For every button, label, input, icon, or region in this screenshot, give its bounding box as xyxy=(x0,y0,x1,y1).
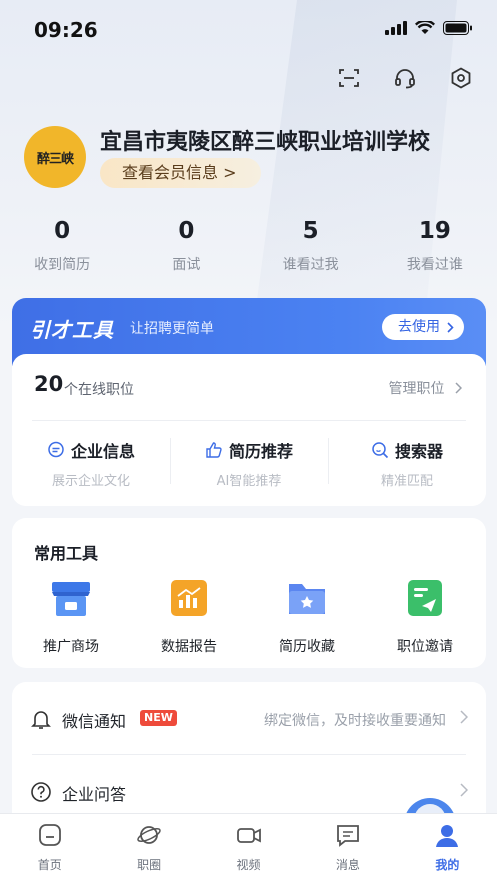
message-icon xyxy=(337,825,359,847)
tool-label: 简历收藏 xyxy=(279,639,335,655)
stats-row: 0 收到简历 0 面试 5 谁看过我 19 我看过谁 xyxy=(0,218,497,274)
chevron-right-icon xyxy=(460,783,468,797)
tab-label: 视频 xyxy=(236,858,261,872)
tab-home[interactable]: 首页 xyxy=(0,814,99,883)
online-job-count-label: 个在线职位 xyxy=(64,382,134,398)
tool-job-invite[interactable]: 职位邀请 xyxy=(366,578,484,656)
send-invite-icon xyxy=(408,580,442,616)
header-actions xyxy=(335,64,475,92)
video-icon xyxy=(236,828,261,843)
stat-value: 0 xyxy=(178,218,195,244)
tab-circle[interactable]: 职圈 xyxy=(99,814,198,883)
tab-label: 职圈 xyxy=(137,858,162,872)
member-info-button[interactable]: 查看会员信息 > xyxy=(100,158,261,188)
tool-data-report[interactable]: 数据报告 xyxy=(130,578,248,656)
scan-icon[interactable] xyxy=(335,64,363,92)
common-tools-title: 常用工具 xyxy=(34,544,99,563)
stat-label: 谁看过我 xyxy=(282,257,339,273)
status-icons xyxy=(385,19,473,39)
company-name: 宜昌市夷陵区醉三峡职业培训学校 xyxy=(100,130,431,155)
company-logo[interactable]: 醉三峡 xyxy=(24,126,86,188)
tab-messages[interactable]: 消息 xyxy=(298,814,397,883)
stat-interviews[interactable]: 0 面试 xyxy=(124,218,248,274)
chevron-right-icon xyxy=(455,382,463,394)
logo-text: 醉三峡 xyxy=(36,151,74,167)
divider xyxy=(32,420,466,421)
feature-title: 企业信息 xyxy=(70,442,135,461)
store-icon xyxy=(52,582,90,616)
stat-i-viewed[interactable]: 19 我看过谁 xyxy=(373,218,497,274)
new-badge: NEW xyxy=(140,710,177,726)
list-item-wechat-notify[interactable]: 微信通知 NEW 绑定微信，及时接收重要通知 xyxy=(12,682,486,755)
tool-label: 数据报告 xyxy=(161,639,217,655)
feature-title: 简历推荐 xyxy=(228,442,293,461)
question-icon xyxy=(31,782,51,802)
go-use-button[interactable]: 去使用 xyxy=(382,314,464,340)
signal-icon xyxy=(385,20,407,39)
feature-company-info[interactable]: 企业信息 展示企业文化 xyxy=(12,438,170,489)
tab-label: 消息 xyxy=(335,858,360,872)
stat-received-resumes[interactable]: 0 收到简历 xyxy=(0,218,124,274)
common-tools-card: 常用工具 推广商场 数据报告 简历收藏 职位邀请 xyxy=(12,518,486,668)
home-icon xyxy=(38,824,61,846)
feature-subtitle: 展示企业文化 xyxy=(51,474,130,489)
list-item-title: 微信通知 xyxy=(62,712,127,731)
feature-searcher[interactable]: 搜索器 精准匹配 xyxy=(328,438,486,489)
recruit-tools-body: 20 个在线职位 管理职位 企业信息 展示企业文化 简历推荐 AI智能推荐 搜索… xyxy=(12,354,486,506)
feature-title: 搜索器 xyxy=(394,442,443,461)
recruit-tools-subtitle: 让招聘更简单 xyxy=(130,321,214,337)
folder-star-icon xyxy=(289,584,325,614)
bell-icon xyxy=(31,711,51,729)
chevron-right-icon xyxy=(460,710,468,724)
tab-label: 首页 xyxy=(37,858,62,872)
stat-value: 0 xyxy=(54,218,71,244)
bottom-tab-bar: 首页 职圈 视频 消息 我的 xyxy=(0,813,497,883)
stat-value: 5 xyxy=(302,218,319,244)
stat-who-viewed-me[interactable]: 5 谁看过我 xyxy=(249,218,373,274)
list-item-title: 企业问答 xyxy=(62,785,127,804)
tool-label: 职位邀请 xyxy=(397,639,453,655)
chat-bubble-icon xyxy=(48,441,64,458)
list-item-hint: 绑定微信，及时接收重要通知 xyxy=(264,713,446,729)
manage-jobs-link[interactable]: 管理职位 xyxy=(388,378,463,398)
settings-icon[interactable] xyxy=(447,64,475,92)
manage-jobs-label: 管理职位 xyxy=(388,381,445,397)
stat-label: 我看过谁 xyxy=(406,257,463,273)
recruit-tools-card: 引才工具 让招聘更简单 去使用 20 个在线职位 管理职位 企业信息 展示企业文… xyxy=(12,298,486,506)
search-icon xyxy=(372,442,389,459)
stat-value: 19 xyxy=(418,218,451,244)
tool-promo-mall[interactable]: 推广商场 xyxy=(12,578,130,656)
tab-mine[interactable]: 我的 xyxy=(398,814,497,883)
online-job-count: 20 xyxy=(34,372,64,396)
user-icon xyxy=(436,825,459,847)
tool-resume-favorites[interactable]: 简历收藏 xyxy=(248,578,366,656)
feature-subtitle: AI智能推荐 xyxy=(216,474,282,489)
wifi-icon xyxy=(414,19,436,39)
tab-video[interactable]: 视频 xyxy=(199,814,298,883)
planet-icon xyxy=(137,826,161,844)
stat-label: 收到简历 xyxy=(34,257,91,273)
stat-label: 面试 xyxy=(172,257,201,273)
feature-subtitle: 精准匹配 xyxy=(380,474,433,489)
battery-icon xyxy=(443,20,473,39)
chart-report-icon xyxy=(171,580,207,616)
chevron-right-icon xyxy=(447,322,454,333)
status-time: 09:26 xyxy=(34,18,98,42)
status-bar: 09:26 xyxy=(0,0,497,58)
go-use-label: 去使用 xyxy=(398,319,440,335)
tool-label: 推广商场 xyxy=(43,639,99,655)
recruit-tools-title: 引才工具 xyxy=(30,318,114,342)
feature-resume-recommend[interactable]: 简历推荐 AI智能推荐 xyxy=(170,438,328,489)
headset-icon[interactable] xyxy=(391,64,419,92)
thumbs-up-icon xyxy=(206,442,222,458)
tab-label: 我的 xyxy=(435,858,460,872)
